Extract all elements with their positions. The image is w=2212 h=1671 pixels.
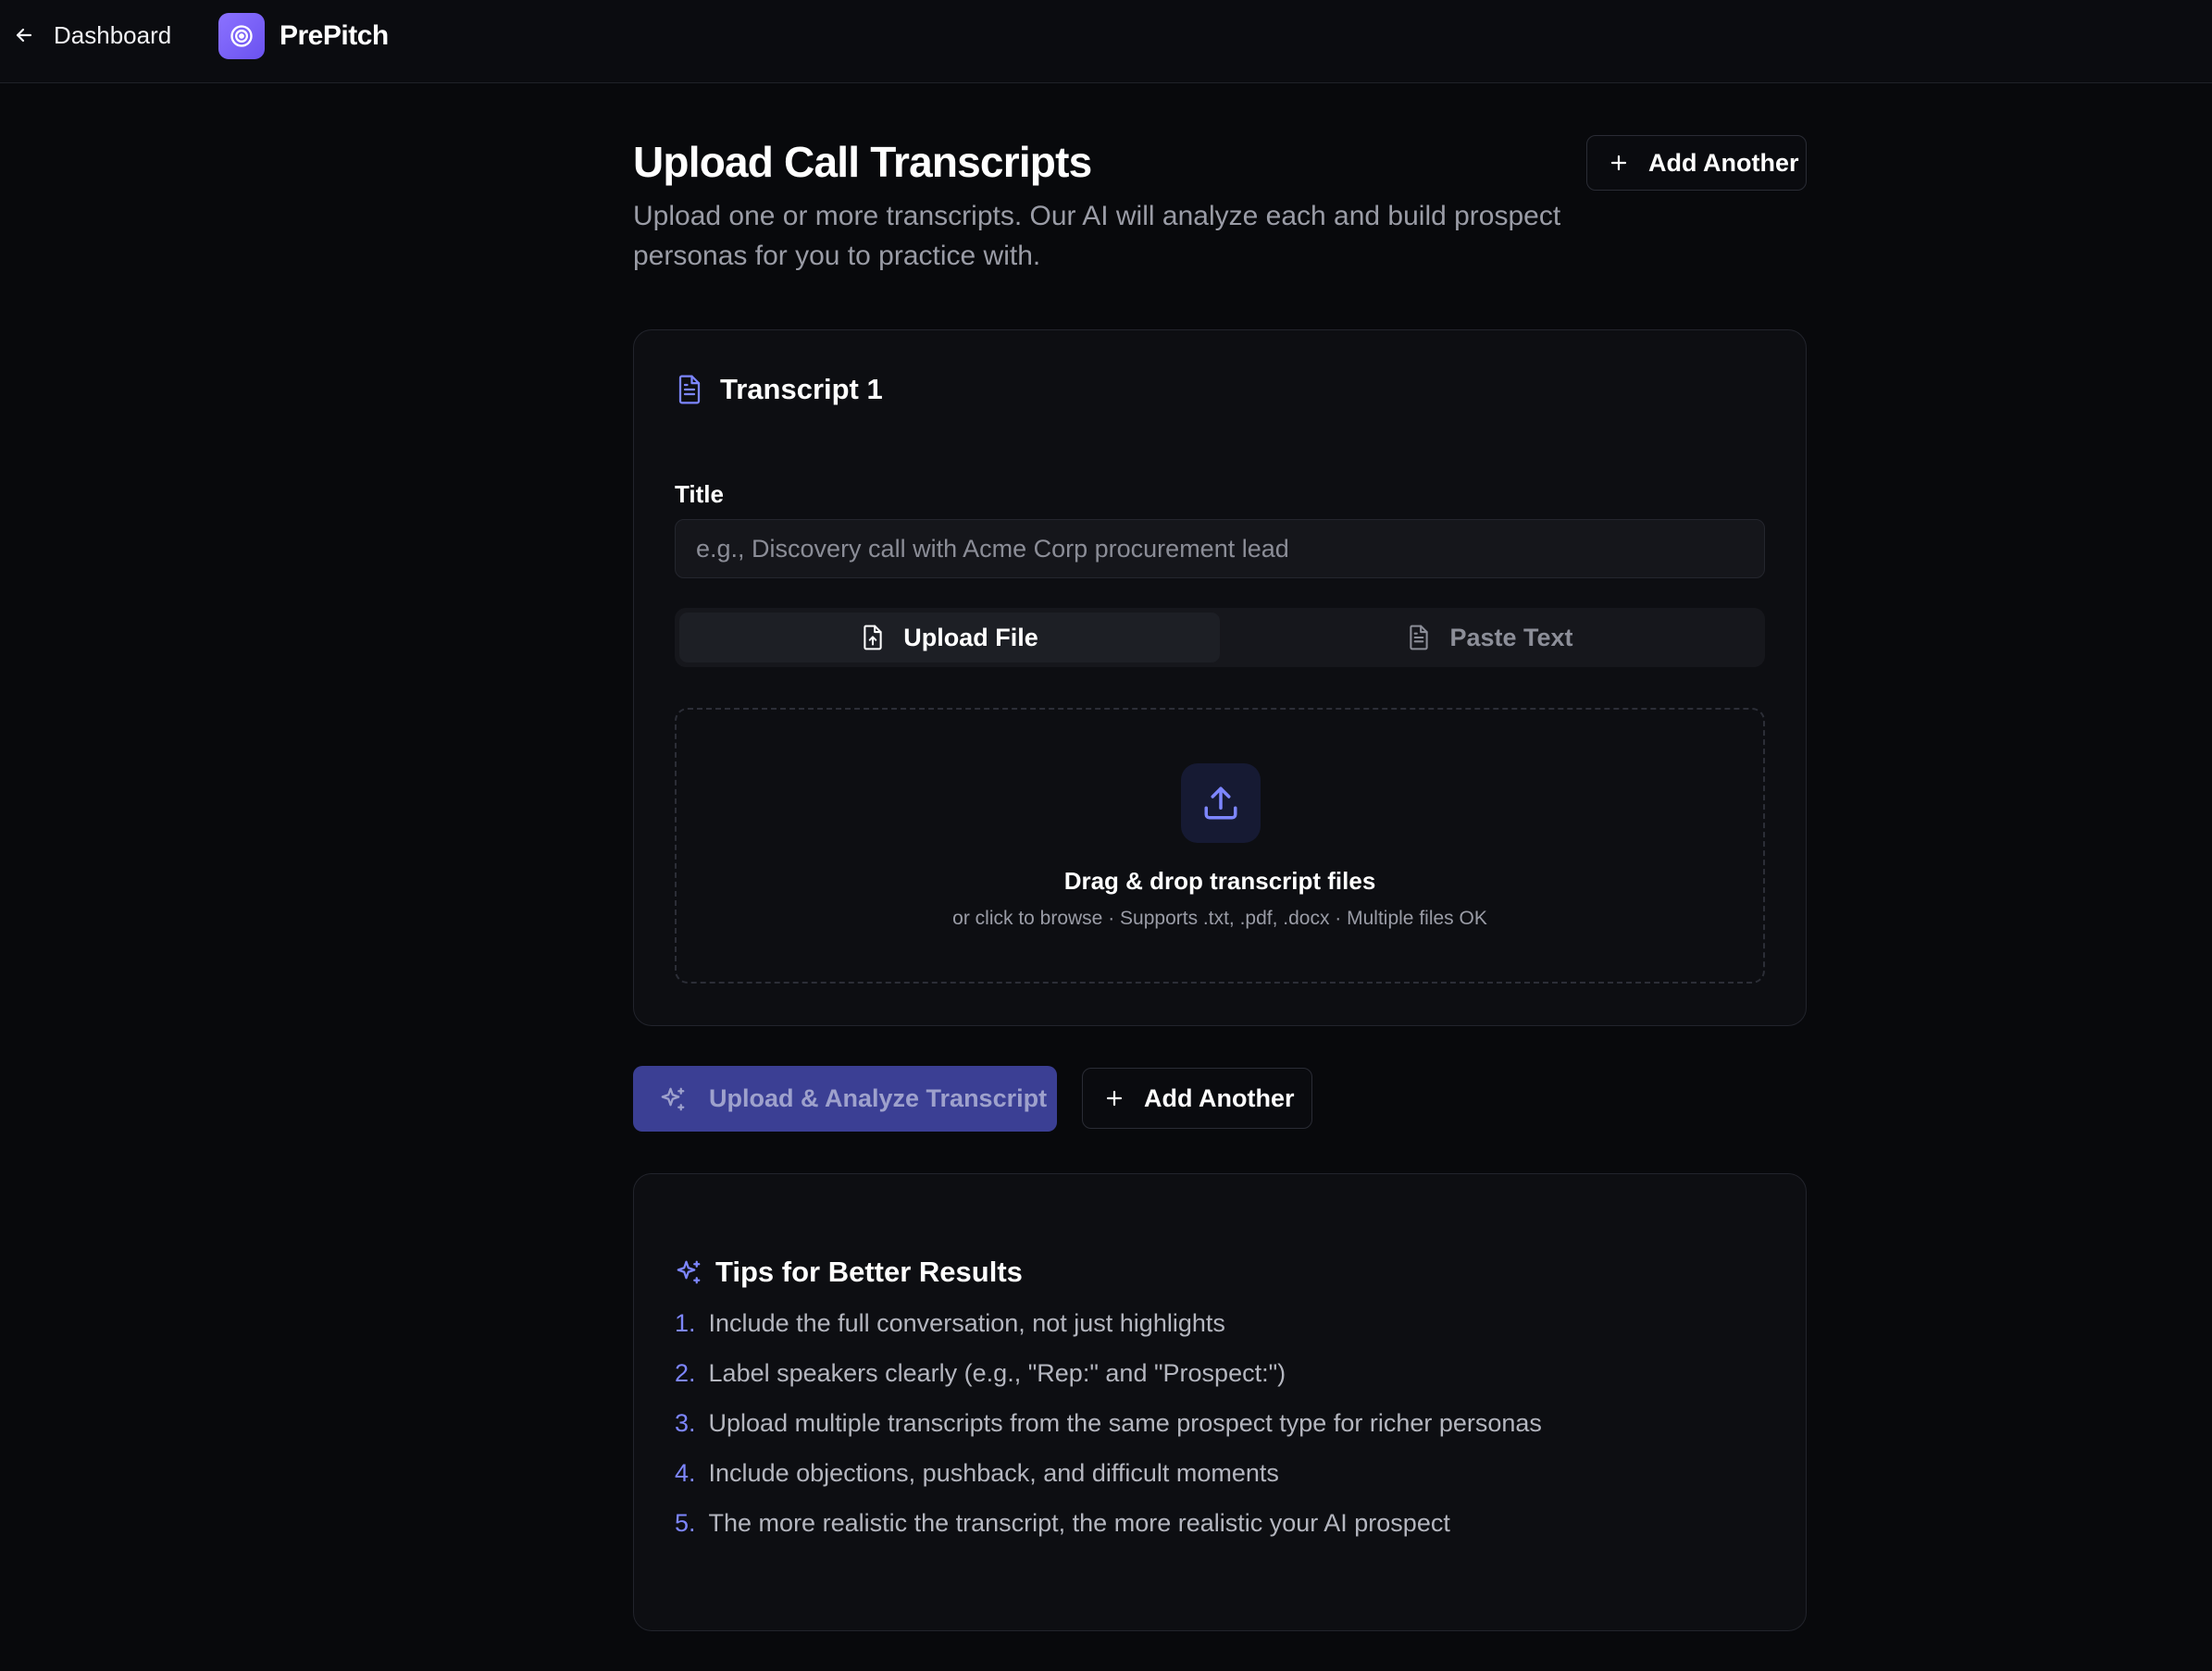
dropzone-title: Drag & drop transcript files <box>1063 867 1376 895</box>
sparkles-icon <box>659 1085 687 1113</box>
tip-number: 2. <box>675 1359 696 1387</box>
add-another-button-top[interactable]: Add Another <box>1586 135 1807 191</box>
add-another-button-bottom[interactable]: Add Another <box>1082 1068 1312 1129</box>
tab-upload-file-label: Upload File <box>903 623 1038 651</box>
tip-number: 1. <box>675 1309 696 1337</box>
tips-card: Tips for Better Results 1. Include the f… <box>633 1173 1807 1631</box>
tab-paste-text-label: Paste Text <box>1449 623 1573 651</box>
add-another-label: Add Another <box>1648 148 1799 177</box>
tip-text: Include the full conversation, not just … <box>708 1309 1225 1337</box>
file-upload-icon <box>861 625 885 650</box>
back-link-label: Dashboard <box>54 20 172 49</box>
tip-text: Include objections, pushback, and diffic… <box>708 1459 1279 1487</box>
tab-paste-text[interactable]: Paste Text <box>1220 613 1760 662</box>
plus-icon <box>1103 1087 1125 1109</box>
list-item: 2. Label speakers clearly (e.g., "Rep:" … <box>675 1359 1767 1409</box>
file-dropzone[interactable]: Drag & drop transcript files or click to… <box>675 708 1765 984</box>
page-subtitle: Upload one or more transcripts. Our AI w… <box>633 201 1561 271</box>
transcript-card: Transcript 1 Title Upload File <box>633 329 1807 1026</box>
tip-number: 5. <box>675 1509 696 1537</box>
input-mode-tabs: Upload File Paste Text <box>675 608 1765 667</box>
document-icon <box>676 374 703 405</box>
tips-heading-label: Tips for Better Results <box>715 1256 1023 1288</box>
list-item: 4. Include objections, pushback, and dif… <box>675 1459 1767 1509</box>
top-nav-bar: Dashboard PrePitch <box>0 0 2212 83</box>
dropzone-subtitle: or click to browse · Supports .txt, .pdf… <box>952 908 1487 929</box>
tip-number: 4. <box>675 1459 696 1487</box>
brand[interactable]: PrePitch <box>218 13 389 59</box>
sparkles-icon <box>675 1258 702 1286</box>
title-field-label: Title <box>675 480 724 508</box>
transcript-heading: Transcript 1 <box>676 373 883 406</box>
upload-analyze-button[interactable]: Upload & Analyze Transcript <box>633 1066 1057 1132</box>
brand-name: PrePitch <box>280 20 389 51</box>
list-item: 1. Include the full conversation, not ju… <box>675 1309 1767 1359</box>
list-item: 3. Upload multiple transcripts from the … <box>675 1409 1767 1459</box>
transcript-heading-label: Transcript 1 <box>720 373 883 405</box>
file-text-icon <box>1407 625 1431 650</box>
upload-icon <box>1181 763 1261 843</box>
title-input[interactable] <box>675 519 1765 578</box>
tips-heading: Tips for Better Results <box>675 1256 1023 1289</box>
tip-text: Label speakers clearly (e.g., "Rep:" and… <box>708 1359 1286 1387</box>
add-another-label: Add Another <box>1144 1083 1295 1112</box>
tips-list: 1. Include the full conversation, not ju… <box>675 1309 1767 1559</box>
back-to-dashboard-link[interactable]: Dashboard <box>13 19 171 52</box>
target-logo-icon <box>218 13 265 59</box>
arrow-left-icon <box>13 24 35 46</box>
tab-upload-file[interactable]: Upload File <box>679 613 1220 662</box>
tip-text: The more realistic the transcript, the m… <box>708 1509 1450 1537</box>
page-title: Upload Call Transcripts <box>633 138 1092 186</box>
list-item: 5. The more realistic the transcript, th… <box>675 1509 1767 1559</box>
plus-icon <box>1608 152 1630 174</box>
tip-text: Upload multiple transcripts from the sam… <box>708 1409 1542 1437</box>
tip-number: 3. <box>675 1409 696 1437</box>
upload-analyze-label: Upload & Analyze Transcript <box>709 1084 1048 1112</box>
